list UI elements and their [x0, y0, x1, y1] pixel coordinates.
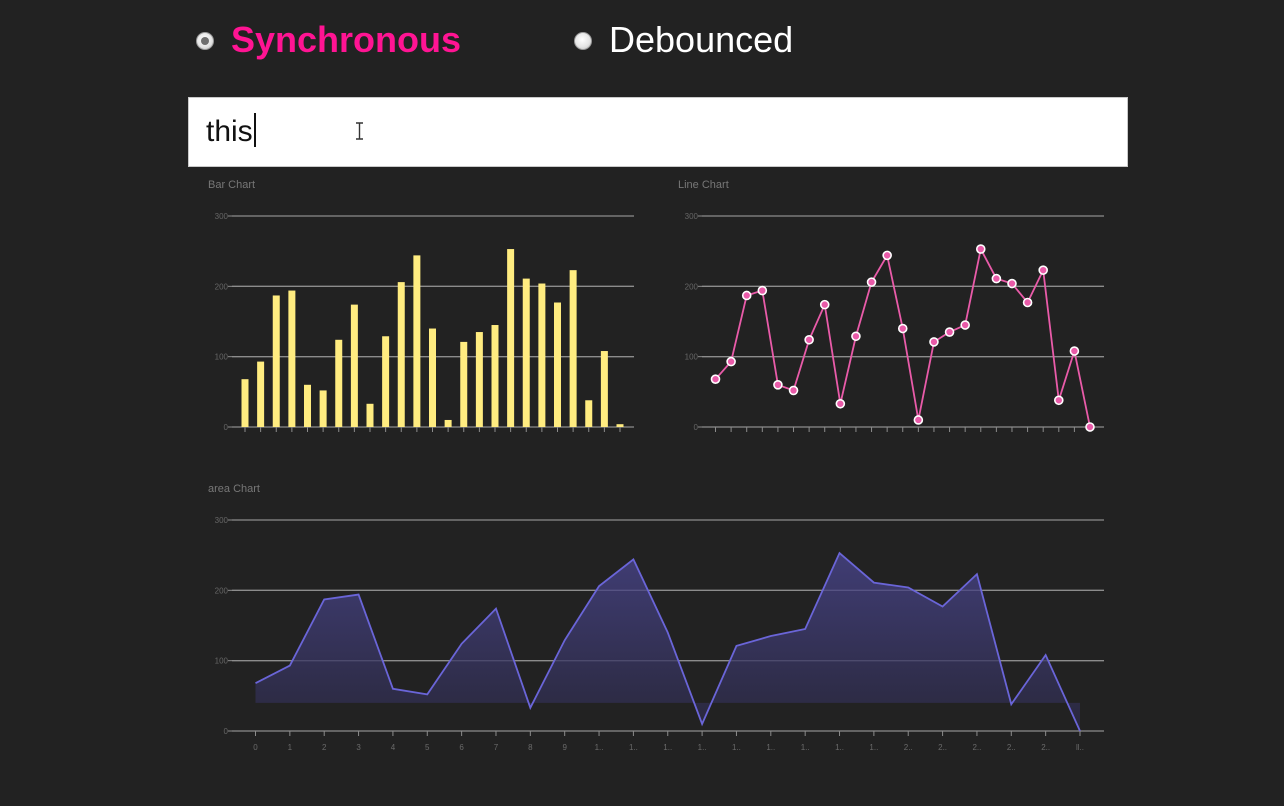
data-point	[773, 379, 783, 390]
area-fill	[255, 553, 1080, 731]
data-point	[1038, 265, 1048, 275]
x-tick-label: 4	[391, 743, 396, 752]
charts-canvas: Bar Chart0100200300 Line Chart0100200300…	[208, 179, 1104, 752]
y-tick-label: 100	[685, 353, 699, 362]
bar	[366, 403, 374, 427]
x-tick-label: 0	[253, 743, 258, 752]
bar	[507, 249, 515, 427]
data-point	[757, 285, 768, 296]
y-tick-label: 200	[215, 586, 229, 595]
bar	[350, 304, 358, 427]
data-point	[866, 277, 877, 287]
data-point	[975, 244, 986, 254]
bar	[522, 278, 530, 427]
x-tick-label: 1..	[801, 743, 810, 752]
bar	[272, 295, 280, 427]
data-point	[1022, 297, 1033, 308]
bar	[538, 283, 546, 427]
x-tick-label: 2..	[972, 743, 981, 752]
bar	[382, 336, 390, 427]
bar	[319, 390, 327, 427]
data-point	[819, 299, 830, 310]
x-tick-label: 1..	[835, 743, 844, 752]
data-point	[991, 273, 1002, 284]
data-point	[882, 250, 892, 261]
x-tick-label: 3	[356, 743, 361, 752]
data-point	[897, 323, 908, 334]
chart-title: Bar Chart	[208, 179, 255, 191]
y-tick-label: 200	[685, 282, 699, 291]
data-point	[1007, 278, 1017, 289]
chart-title: area Chart	[208, 483, 260, 495]
x-tick-label: 2..	[1041, 743, 1050, 752]
bar	[616, 424, 624, 427]
line-chart: Line Chart 0 100 200 300	[678, 179, 1104, 432]
x-tick-label: 1..	[663, 743, 672, 752]
data-point	[726, 356, 736, 367]
bar	[241, 379, 249, 427]
x-tick-label: 2..	[938, 743, 947, 752]
x-tick-label: 5	[425, 743, 430, 752]
x-tick-label: ll..	[1076, 743, 1084, 752]
y-tick-label: 100	[215, 657, 229, 666]
bar	[335, 339, 343, 427]
data-point	[1053, 395, 1064, 406]
data-point	[851, 331, 861, 342]
bar	[600, 351, 608, 427]
bar	[429, 328, 436, 427]
x-tick-label: 6	[459, 743, 464, 752]
data-point	[835, 398, 846, 409]
x-tick-label: 1..	[698, 743, 707, 752]
y-tick-label: 200	[215, 282, 229, 291]
data-point	[944, 327, 955, 337]
bar	[491, 325, 499, 427]
bar	[304, 384, 311, 427]
x-tick-label: 2	[322, 743, 327, 752]
bar	[288, 290, 296, 427]
x-tick-label: 1..	[732, 743, 741, 752]
y-tick-label: 0	[694, 423, 699, 432]
data-point	[741, 290, 752, 301]
bar	[585, 400, 593, 427]
y-tick-label: 0	[224, 727, 229, 736]
data-point	[804, 334, 814, 345]
bar	[413, 255, 421, 427]
x-tick-label: 1..	[629, 743, 638, 752]
data-point	[1085, 422, 1095, 432]
y-tick-label: 300	[215, 212, 229, 221]
y-tick-label: 100	[215, 353, 229, 362]
y-tick-label: 0	[224, 423, 229, 432]
bar	[460, 341, 468, 427]
x-tick-label: 9	[562, 743, 567, 752]
data-point	[929, 337, 939, 347]
y-tick-label: 300	[215, 516, 229, 525]
data-point	[710, 374, 721, 384]
x-tick-label: 1	[288, 743, 293, 752]
x-tick-label: 2..	[904, 743, 913, 752]
bar	[444, 419, 452, 427]
data-point	[960, 320, 970, 330]
data-point	[913, 415, 924, 425]
y-tick-label: 300	[685, 212, 699, 221]
bar	[554, 302, 561, 427]
bar	[475, 332, 483, 427]
bar	[257, 361, 265, 427]
data-point	[788, 385, 799, 396]
bar-chart: Bar Chart 0 100 200 300	[208, 179, 634, 432]
x-tick-label: 1..	[595, 743, 604, 752]
x-tick-label: 1..	[869, 743, 878, 752]
x-tick-label: 2..	[1007, 743, 1016, 752]
area-chart: area Chart 0 100 200 300 0 1 2 3 4 5 6 7 8 9 1.. 1.. 1.. 1…	[208, 483, 1104, 752]
data-point	[1069, 346, 1080, 356]
x-tick-label: 8	[528, 743, 533, 752]
x-tick-label: 1..	[766, 743, 775, 752]
line-series	[714, 246, 1091, 428]
bar	[397, 282, 405, 427]
bar	[569, 270, 577, 427]
chart-title: Line Chart	[678, 179, 729, 191]
x-tick-label: 7	[494, 743, 499, 752]
